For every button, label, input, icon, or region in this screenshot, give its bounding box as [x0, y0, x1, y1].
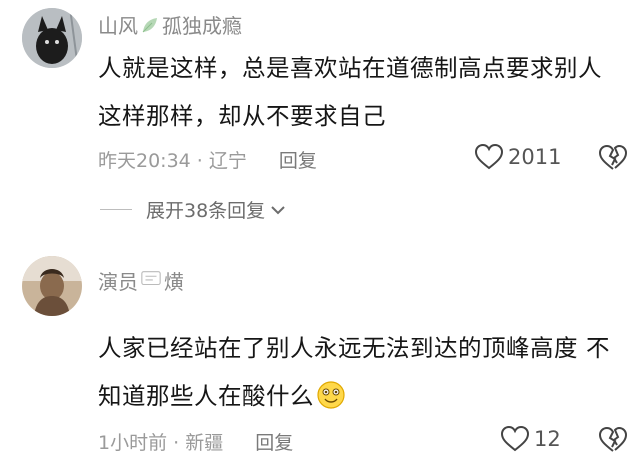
- comment-meta: 昨天20:34 · 辽宁 回复: [98, 146, 317, 173]
- avatar[interactable]: [22, 256, 82, 316]
- dislike-button[interactable]: [598, 426, 628, 454]
- username-text: 孤独成瘾: [162, 14, 242, 38]
- username[interactable]: 山风 孤独成瘾: [98, 10, 242, 39]
- like-button[interactable]: 12: [500, 425, 561, 453]
- comment-text-line: 人家已经站在了别人永远无法到达的顶峰高度 不: [98, 334, 610, 362]
- comment-text: 人家已经站在了别人永远无法到达的顶峰高度 不 知道那些人在酸什么: [98, 324, 628, 420]
- chevron-down-icon: [271, 205, 285, 214]
- time-location: 1小时前 · 新疆: [98, 432, 224, 454]
- divider-line: [100, 209, 132, 210]
- like-count: 2011: [508, 145, 562, 169]
- broken-heart-icon: [598, 144, 628, 170]
- reply-button[interactable]: 回复: [255, 432, 293, 454]
- smiling-emoji-icon: [317, 381, 345, 409]
- expand-replies-button[interactable]: 展开38条回复: [100, 196, 287, 223]
- broken-heart-icon: [598, 426, 628, 452]
- comment-text: 人就是这样，总是喜欢站在道德制高点要求别人 这样那样，却从不要求自己: [98, 44, 628, 140]
- like-button[interactable]: 2011: [474, 143, 561, 171]
- comment-text-line: 知道那些人在酸什么: [98, 372, 628, 420]
- username[interactable]: 演员 熿: [98, 266, 184, 295]
- reply-button[interactable]: 回复: [279, 150, 317, 172]
- comment-text-line: 人就是这样，总是喜欢站在道德制高点要求别人: [98, 54, 602, 82]
- comment-text-segment: 知道那些人在酸什么: [98, 382, 314, 410]
- avatar-image: [22, 256, 82, 316]
- dislike-button[interactable]: [598, 144, 628, 172]
- username-text: 山风: [98, 14, 138, 38]
- comment-meta: 1小时前 · 新疆 回复: [98, 428, 293, 455]
- badge-icon: [140, 268, 162, 293]
- avatar-image: [22, 8, 82, 68]
- heart-icon: [500, 425, 530, 452]
- like-count: 12: [534, 427, 561, 451]
- expand-replies-label: 展开38条回复: [146, 200, 266, 222]
- time-location: 昨天20:34 · 辽宁: [98, 150, 247, 172]
- avatar[interactable]: [22, 8, 82, 68]
- leaf-icon: [142, 17, 157, 32]
- comment-text-line: 这样那样，却从不要求自己: [98, 102, 386, 130]
- heart-icon: [474, 143, 504, 170]
